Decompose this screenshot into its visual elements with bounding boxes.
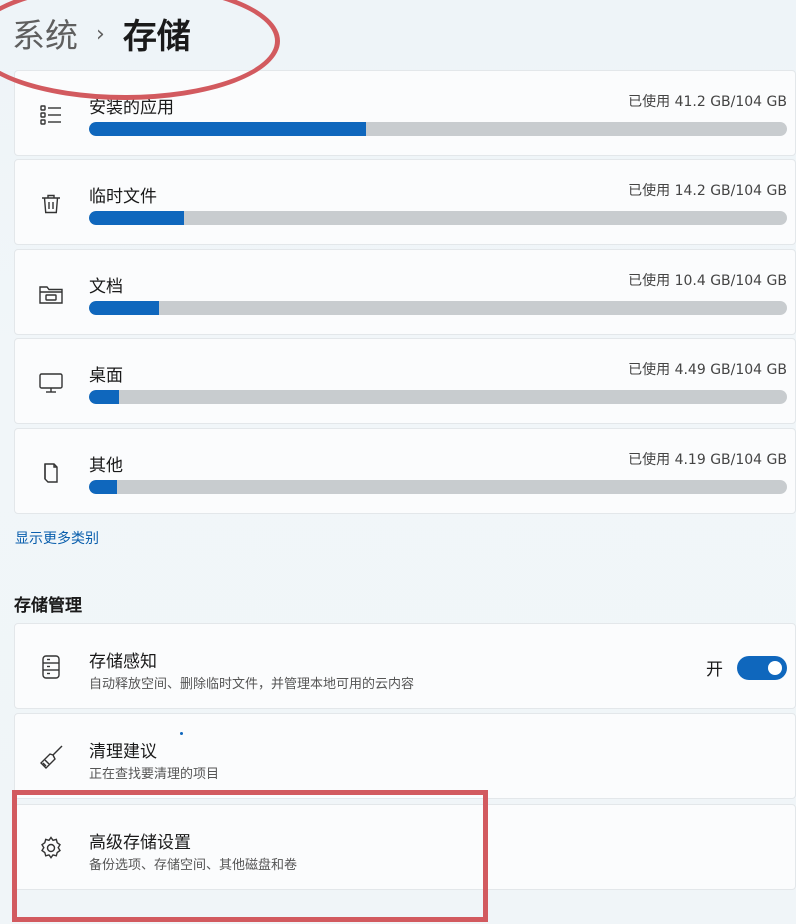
storage-item-temp-files[interactable]: 临时文件 已使用 14.2 GB/104 GB	[14, 159, 796, 245]
storage-item-label: 桌面	[89, 366, 123, 386]
breadcrumb-separator: ›	[96, 21, 105, 47]
usage-bar	[89, 390, 787, 404]
storage-sense-toggle[interactable]	[737, 655, 787, 680]
storage-item-label: 安装的应用	[89, 98, 174, 118]
storage-item-label: 其他	[89, 456, 123, 476]
folder-icon	[37, 280, 65, 308]
toggle-knob	[768, 660, 782, 675]
usage-bar-fill	[89, 301, 159, 315]
advanced-storage-settings-row[interactable]: 高级存储设置 备份选项、存储空间、其他磁盘和卷	[14, 804, 796, 890]
usage-bar-fill	[89, 211, 185, 225]
gear-icon	[37, 834, 65, 862]
storage-item-usage: 已使用 41.2 GB/104 GB	[628, 94, 787, 110]
page-title: 存储	[122, 16, 191, 57]
trash-icon	[37, 190, 65, 218]
app-list-icon	[37, 101, 65, 129]
toggle-state-label: 开	[706, 660, 723, 680]
cleanup-label: 清理建议	[89, 742, 157, 762]
loading-indicator	[180, 732, 183, 735]
show-more-categories-link[interactable]: 显示更多类别	[15, 528, 99, 548]
cleanup-recommendations-row[interactable]: 清理建议 正在查找要清理的项目	[14, 713, 796, 799]
storage-item-desktop[interactable]: 桌面 已使用 4.49 GB/104 GB	[14, 338, 796, 424]
broom-icon	[37, 743, 65, 771]
storage-sense-label: 存储感知	[89, 652, 157, 672]
advanced-storage-label: 高级存储设置	[89, 833, 191, 853]
storage-item-label: 临时文件	[89, 187, 157, 207]
usage-bar-fill	[89, 480, 118, 494]
breadcrumb: 系统 › 存储	[12, 8, 191, 58]
storage-item-usage: 已使用 14.2 GB/104 GB	[628, 183, 787, 199]
usage-bar	[89, 480, 787, 494]
storage-item-apps[interactable]: 安装的应用 已使用 41.2 GB/104 GB	[14, 70, 796, 156]
storage-item-documents[interactable]: 文档 已使用 10.4 GB/104 GB	[14, 249, 796, 335]
storage-item-usage: 已使用 4.49 GB/104 GB	[628, 362, 787, 378]
drive-icon	[37, 653, 65, 681]
storage-item-label: 文档	[89, 277, 123, 297]
breadcrumb-parent[interactable]: 系统	[12, 9, 78, 57]
usage-bar-fill	[89, 122, 366, 136]
usage-bar	[89, 122, 787, 136]
advanced-storage-description: 备份选项、存储空间、其他磁盘和卷	[89, 858, 298, 873]
usage-bar	[89, 301, 787, 315]
cleanup-description: 正在查找要清理的项目	[89, 767, 220, 782]
storage-sense-row[interactable]: 存储感知 自动释放空间、删除临时文件，并管理本地可用的云内容 开	[14, 623, 796, 709]
storage-sense-toggle-group: 开	[706, 655, 787, 680]
storage-sense-description: 自动释放空间、删除临时文件，并管理本地可用的云内容	[89, 677, 415, 692]
storage-item-usage: 已使用 10.4 GB/104 GB	[628, 273, 787, 289]
storage-item-other[interactable]: 其他 已使用 4.19 GB/104 GB	[14, 428, 796, 514]
section-title-storage-management: 存储管理	[14, 596, 82, 616]
usage-bar-fill	[89, 390, 120, 404]
document-icon	[37, 459, 65, 487]
monitor-icon	[37, 369, 65, 397]
storage-item-usage: 已使用 4.19 GB/104 GB	[628, 452, 787, 468]
usage-bar	[89, 211, 787, 225]
